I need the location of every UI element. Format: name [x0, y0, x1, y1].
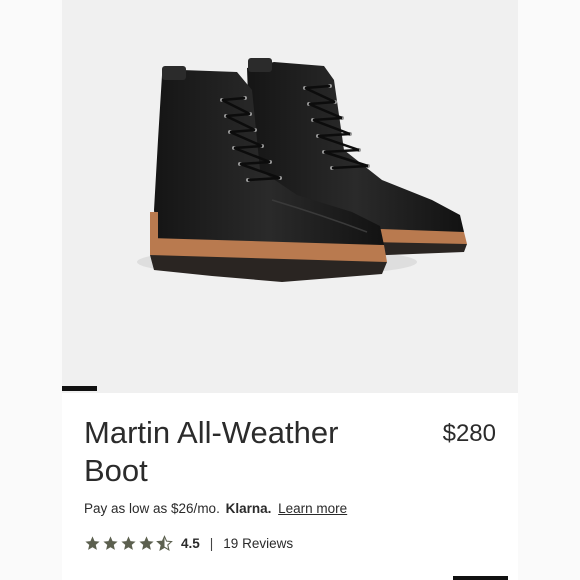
star-icon-full [139, 535, 154, 550]
product-card: Martin All-Weather Boot $280 Pay as low … [62, 0, 518, 580]
star-icon-half [156, 534, 173, 551]
product-title: Martin All-Weather Boot [84, 415, 339, 488]
financing-text: Pay as low as $26/mo. [84, 501, 220, 516]
star-icon-full [121, 535, 136, 550]
product-price: $280 [442, 420, 496, 447]
financing-info: Pay as low as $26/mo. Klarna. Learn more [84, 501, 347, 516]
rating-value: 4.5 [181, 535, 200, 551]
star-icon-full [103, 535, 118, 550]
bottom-action-bar[interactable] [453, 576, 508, 580]
learn-more-link[interactable]: Learn more [278, 501, 347, 516]
star-rating [84, 534, 173, 552]
left-margin [0, 0, 62, 580]
boots-image [137, 58, 467, 282]
klarna-logo: Klarna. [225, 501, 272, 516]
star-icon-full [85, 535, 100, 550]
rating-separator: | [209, 535, 214, 551]
rating-row: 4.5 | 19 Reviews [84, 533, 293, 553]
gallery-slide-indicator[interactable] [62, 386, 97, 391]
product-image[interactable] [62, 0, 518, 393]
reviews-link[interactable]: 19 Reviews [223, 536, 293, 551]
right-margin [518, 0, 580, 580]
